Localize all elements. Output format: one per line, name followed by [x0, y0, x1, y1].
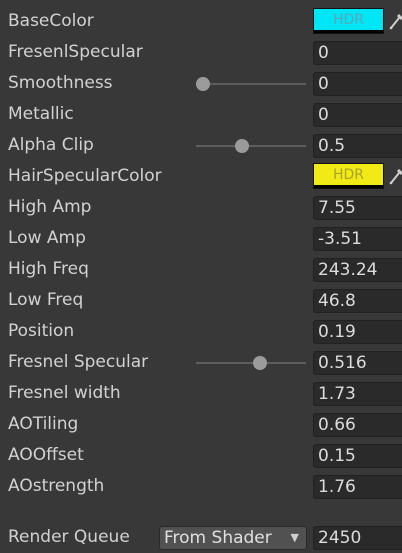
property-label: Position	[8, 321, 75, 341]
property-label: AOstrength	[8, 476, 105, 496]
property-label: Metallic	[8, 104, 74, 124]
property-row-aooffset: AOOffset 0.15	[0, 440, 402, 471]
high-freq-field[interactable]: 243.24	[313, 258, 402, 282]
smoothness-slider-thumb[interactable]	[196, 77, 210, 91]
property-row-fresnel-width: Fresnel width 1.73	[0, 378, 402, 409]
low-amp-field[interactable]: -3.51	[313, 227, 402, 251]
property-row-low-amp: Low Amp -3.51	[0, 223, 402, 254]
property-label: HairSpecularColor	[8, 166, 162, 186]
aooffset-field[interactable]: 0.15	[313, 444, 402, 468]
aostrength-field[interactable]: 1.76	[313, 475, 402, 499]
property-label: High Freq	[8, 259, 89, 279]
fresnel-specular-field[interactable]: 0.516	[313, 351, 402, 375]
smoothness-field[interactable]: 0	[313, 72, 402, 96]
fresnel-specular-slider-track[interactable]	[196, 356, 306, 370]
property-row-smoothness: Smoothness 0	[0, 68, 402, 99]
alpha-clip-field[interactable]: 0.5	[313, 134, 402, 158]
property-row-aostrength: AOstrength 1.76	[0, 471, 402, 502]
fresenlspecular-field[interactable]: 0	[313, 41, 402, 65]
hdr-label: HDR	[332, 12, 365, 28]
property-row-metallic: Metallic 0	[0, 99, 402, 130]
property-label: Low Amp	[8, 228, 86, 248]
property-row-hairspecularcolor: HairSpecularColor HDR	[0, 161, 402, 192]
property-label: Low Freq	[8, 290, 84, 310]
triangle-down-icon: ▼	[290, 531, 299, 544]
metallic-field[interactable]: 0	[313, 103, 402, 127]
fresnel-specular-slider-thumb[interactable]	[252, 356, 267, 370]
eyedropper-icon[interactable]	[388, 166, 402, 186]
hairspecularcolor-color-swatch[interactable]: HDR	[313, 163, 384, 189]
property-label: Fresnel Specular	[8, 352, 149, 372]
property-row-high-amp: High Amp 7.55	[0, 192, 402, 223]
alpha-bar	[314, 185, 383, 188]
property-label: BaseColor	[8, 11, 94, 31]
property-label: AOTiling	[8, 414, 79, 434]
property-label: AOOffset	[8, 445, 84, 465]
property-row-alpha-clip: Alpha Clip 0.5	[0, 130, 402, 161]
property-row-position: Position 0.19	[0, 316, 402, 347]
fresnel-width-field[interactable]: 1.73	[313, 382, 402, 406]
property-label: High Amp	[8, 197, 92, 217]
alpha-clip-slider-track[interactable]	[196, 139, 306, 153]
property-row-high-freq: High Freq 243.24	[0, 254, 402, 285]
render-queue-dropdown[interactable]: From Shader ▼	[159, 526, 307, 550]
low-freq-field[interactable]: 46.8	[313, 289, 402, 313]
basecolor-color-swatch[interactable]: HDR	[313, 8, 384, 34]
alpha-bar	[314, 30, 383, 33]
render-queue-row: Render Queue From Shader ▼ 2450	[0, 522, 402, 553]
property-label: Fresnel width	[8, 383, 121, 403]
high-amp-field[interactable]: 7.55	[313, 196, 402, 220]
property-row-low-freq: Low Freq 46.8	[0, 285, 402, 316]
aotiling-field[interactable]: 0.66	[313, 413, 402, 437]
property-row-fresenlspecular: FresenlSpecular 0	[0, 37, 402, 68]
render-queue-field[interactable]: 2450	[313, 526, 402, 550]
smoothness-slider-track[interactable]	[196, 77, 306, 91]
property-label: FresenlSpecular	[8, 42, 143, 62]
hdr-label: HDR	[332, 167, 365, 183]
render-queue-dropdown-value: From Shader	[164, 528, 272, 548]
eyedropper-icon[interactable]	[388, 11, 402, 31]
property-row-basecolor: BaseColor HDR	[0, 6, 402, 37]
position-field[interactable]: 0.19	[313, 320, 402, 344]
property-row-aotiling: AOTiling 0.66	[0, 409, 402, 440]
property-label: Smoothness	[8, 73, 113, 93]
property-label: Alpha Clip	[8, 135, 94, 155]
property-row-fresnel-specular: Fresnel Specular 0.516	[0, 347, 402, 378]
alpha-clip-slider-thumb[interactable]	[234, 139, 249, 153]
render-queue-label: Render Queue	[8, 527, 130, 547]
